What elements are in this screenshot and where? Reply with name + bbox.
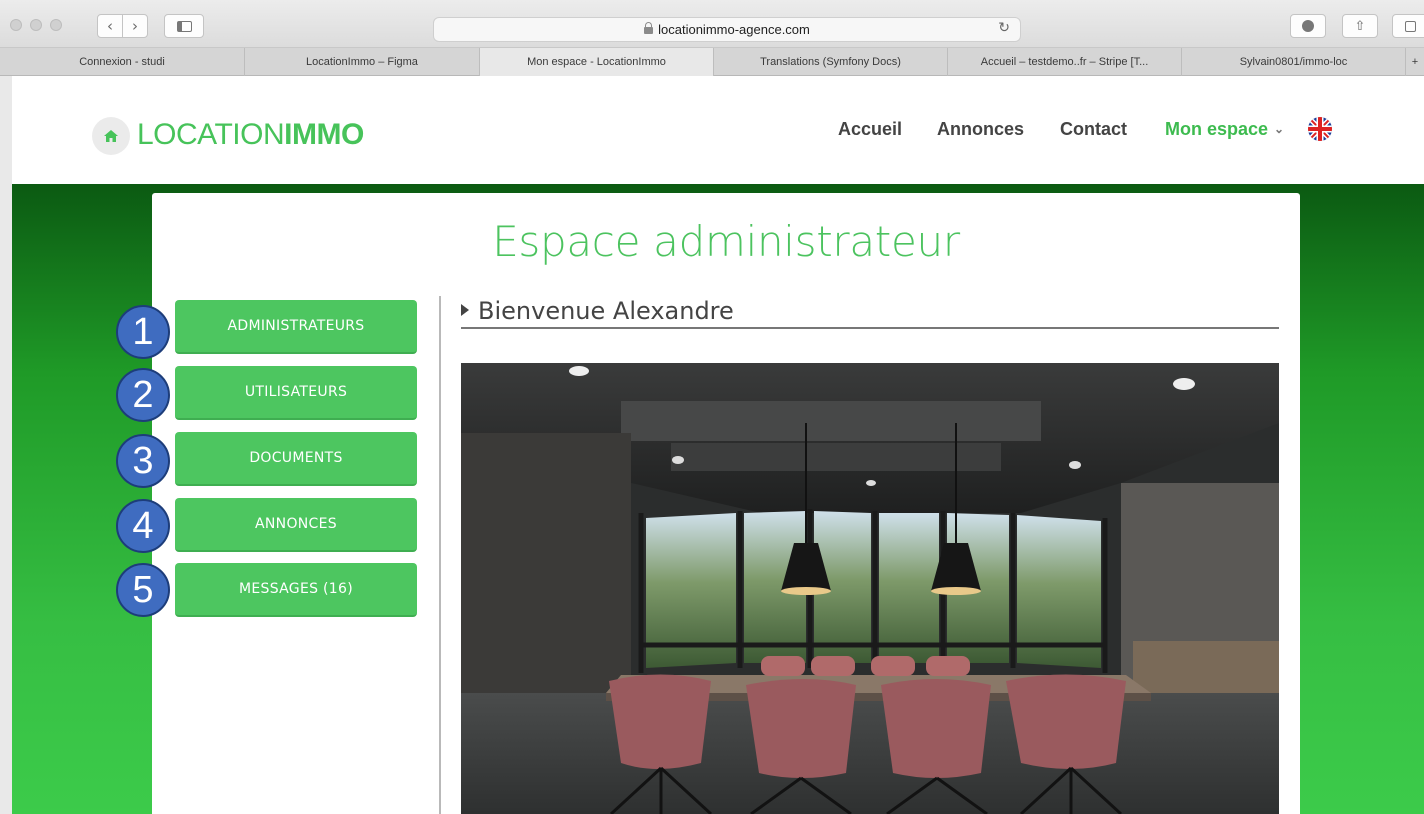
share-icon: ⇧ <box>1354 18 1366 34</box>
language-switch[interactable] <box>1308 117 1332 141</box>
minimize-window-button[interactable] <box>30 19 42 31</box>
home-icon <box>104 130 118 142</box>
close-window-button[interactable] <box>10 19 22 31</box>
reload-icon[interactable]: ↻ <box>998 20 1010 36</box>
welcome-heading: Bienvenue Alexandre <box>461 297 1279 329</box>
vertical-divider <box>439 296 441 814</box>
browser-tab[interactable]: Accueil – testdemo..fr – Stripe [T... <box>948 48 1182 76</box>
tab-overview-button[interactable] <box>1392 14 1424 38</box>
page-title: Espace administrateur <box>492 217 960 266</box>
tabs-icon <box>1404 20 1416 32</box>
zoom-window-button[interactable] <box>50 19 62 31</box>
nav-contact[interactable]: Contact <box>1060 119 1127 140</box>
browser-tab-bar: Connexion - studi LocationImmo – Figma M… <box>0 48 1424 76</box>
menu-administrateurs-button[interactable]: ADMINISTRATEURS <box>175 300 417 354</box>
number-badge: 2 <box>116 368 170 422</box>
meeting-room-photo <box>461 363 1279 814</box>
sidebar-icon <box>176 20 192 32</box>
nav-accueil[interactable]: Accueil <box>838 119 902 140</box>
menu-messages-button[interactable]: MESSAGES (16) <box>175 563 417 617</box>
address-bar[interactable]: locationimmo-agence.com ↻ <box>433 17 1021 42</box>
menu-annonces-button[interactable]: ANNONCES <box>175 498 417 552</box>
browser-tab-active[interactable]: Mon espace - LocationImmo <box>480 48 714 76</box>
download-icon <box>1302 20 1314 32</box>
sidebar-toggle-button[interactable] <box>164 14 204 38</box>
site-header: LOCATIONIMMO Accueil Annonces Contact Mo… <box>12 77 1424 184</box>
nav-annonces[interactable]: Annonces <box>937 119 1024 140</box>
browser-tab[interactable]: Translations (Symfony Docs) <box>714 48 948 76</box>
chevron-down-icon: ⌄ <box>1274 122 1285 136</box>
new-tab-button[interactable]: + <box>1406 48 1424 76</box>
url-text: locationimmo-agence.com <box>658 22 810 37</box>
number-badge: 1 <box>116 305 170 359</box>
number-badge: 3 <box>116 434 170 488</box>
number-badge: 5 <box>116 563 170 617</box>
menu-utilisateurs-button[interactable]: UTILISATEURS <box>175 366 417 420</box>
browser-tab[interactable]: Connexion - studi <box>0 48 245 76</box>
triangle-right-icon <box>461 304 469 316</box>
lock-icon <box>644 22 654 34</box>
forward-button[interactable]: › <box>122 14 148 38</box>
site-logo[interactable]: LOCATIONIMMO <box>137 118 364 152</box>
plus-icon: + <box>1411 56 1419 68</box>
browser-tab[interactable]: Sylvain0801/immo-loc <box>1182 48 1406 76</box>
menu-documents-button[interactable]: DOCUMENTS <box>175 432 417 486</box>
number-badge: 4 <box>116 499 170 553</box>
downloads-button[interactable] <box>1290 14 1326 38</box>
browser-tab[interactable]: LocationImmo – Figma <box>245 48 480 76</box>
chevron-left-icon: ‹ <box>107 17 113 35</box>
chevron-right-icon: › <box>132 17 138 35</box>
back-button[interactable]: ‹ <box>97 14 123 38</box>
browser-toolbar: ‹ › locationimmo-agence.com ↻ ⇧ <box>0 0 1424 48</box>
share-button[interactable]: ⇧ <box>1342 14 1378 38</box>
nav-mon-espace[interactable]: Mon espace ⌄ <box>1165 119 1284 140</box>
uk-flag-icon <box>1308 117 1332 141</box>
home-logo-button[interactable] <box>92 117 130 155</box>
window-edge <box>0 76 12 814</box>
